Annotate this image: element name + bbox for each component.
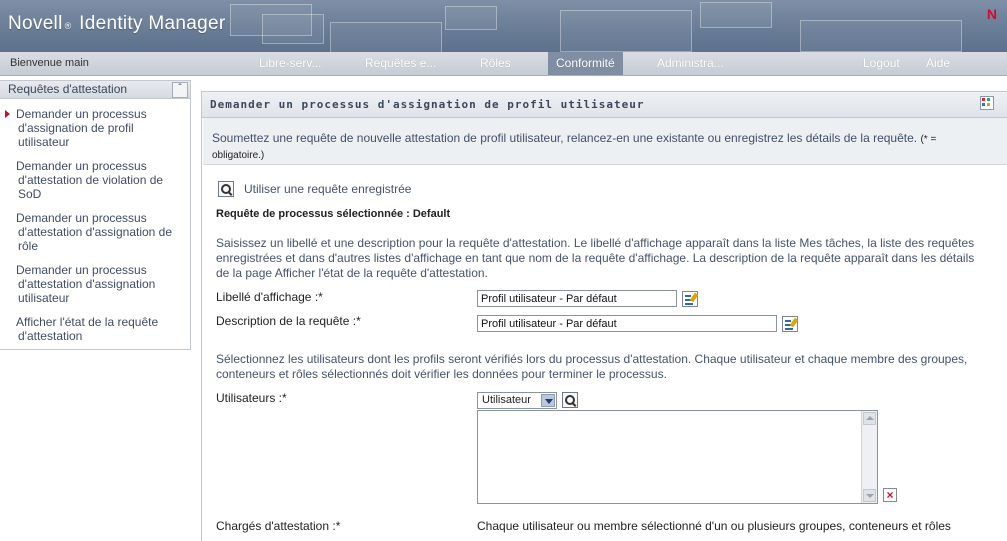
sidebar-item-user-assignment[interactable]: Demander un processus d'attestation d'as… bbox=[16, 263, 184, 305]
users-list-scrollbar[interactable] bbox=[861, 411, 877, 503]
sidebar-header: Requêtes d'attestation ˆ bbox=[0, 81, 190, 99]
brand-product: Identity Manager bbox=[79, 13, 226, 34]
novell-logo: N bbox=[986, 6, 997, 22]
logout-link[interactable]: Logout bbox=[855, 52, 908, 75]
user-type-select[interactable]: Utilisateur bbox=[477, 392, 557, 409]
search-icon[interactable] bbox=[218, 181, 234, 197]
selected-arrow-icon bbox=[5, 110, 10, 118]
delete-icon[interactable]: × bbox=[883, 488, 897, 502]
sidebar-item-line: utilisateur bbox=[18, 291, 70, 305]
banner-decoration bbox=[700, 2, 772, 28]
brand-registered-mark: ® bbox=[64, 21, 72, 31]
note-line: enregistrées et dans d'autres listes d'a… bbox=[216, 251, 975, 265]
sidebar-item-line: d'attestation d'assignation bbox=[18, 277, 156, 291]
attesters-note: Chaque utilisateur ou membre sélectionné… bbox=[477, 519, 951, 533]
scroll-up-icon[interactable] bbox=[863, 412, 876, 425]
scroll-down-icon[interactable] bbox=[863, 489, 876, 502]
users-label: Utilisateurs :* bbox=[216, 391, 287, 405]
sidebar-item-line: d'attestation d'assignation de bbox=[18, 225, 173, 239]
sidebar-item-line: SoD bbox=[18, 187, 42, 201]
sidebar-item-line: Demander un processus bbox=[16, 263, 147, 277]
sidebar-item-line: d'assignation de profil bbox=[18, 121, 134, 135]
sidebar-item-line: Demander un processus bbox=[16, 159, 147, 173]
tab-roles[interactable]: Rôles bbox=[472, 52, 519, 75]
sidebar-item-role-assignment[interactable]: Demander un processus d'attestation d'as… bbox=[16, 211, 184, 253]
attesters-label: Chargés d'attestation :* bbox=[216, 519, 341, 533]
tab-compliance[interactable]: Conformité bbox=[548, 52, 623, 75]
main-panel: Demander un processus d'assignation de p… bbox=[201, 91, 1007, 541]
user-type-value: Utilisateur bbox=[482, 394, 531, 406]
intro-text: Soumettez une requête de nouvelle attest… bbox=[212, 131, 972, 163]
note-line: de la page Afficher l'état de la requête… bbox=[216, 266, 488, 280]
display-label-label: Libellé d'affichage :* bbox=[216, 290, 323, 304]
search-icon[interactable] bbox=[562, 392, 578, 408]
sidebar-item-line: Demander un processus bbox=[16, 107, 147, 121]
use-saved-request-link[interactable]: Utiliser une requête enregistrée bbox=[244, 182, 411, 196]
tab-administration[interactable]: Administra... bbox=[649, 52, 732, 75]
description-field[interactable]: Profil utilisateur - Par défaut bbox=[477, 315, 777, 332]
sidebar-item-line: rôle bbox=[18, 239, 39, 253]
collapse-icon[interactable]: ˆ bbox=[172, 82, 188, 98]
sidebar-item-line: Afficher l'état de la requête bbox=[16, 315, 159, 329]
edit-icon[interactable] bbox=[782, 316, 799, 332]
note-line: conteneurs et rôles sélectionnés doit vé… bbox=[216, 367, 667, 381]
app-brand: Novell ® Identity Manager bbox=[8, 13, 225, 35]
required-note-b: obligatoire.) bbox=[212, 150, 265, 161]
sidebar-item-profile-assignment[interactable]: Demander un processus d'assignation de p… bbox=[16, 107, 184, 149]
intro-box: Soumettez une requête de nouvelle attest… bbox=[203, 118, 1007, 165]
page-title: Demander un processus d'assignation de p… bbox=[202, 92, 1007, 118]
display-label-field[interactable]: Profil utilisateur - Par défaut bbox=[477, 290, 677, 307]
sidebar-title: Requêtes d'attestation bbox=[8, 82, 128, 96]
intro-sentence: Soumettez une requête de nouvelle attest… bbox=[212, 131, 918, 145]
edit-icon[interactable] bbox=[682, 291, 699, 307]
sidebar-item-line: d'attestation de violation de bbox=[18, 173, 164, 187]
selected-process-heading: Requête de processus sélectionnée : Defa… bbox=[216, 208, 451, 220]
sidebar-item-sod-violation[interactable]: Demander un processus d'attestation de v… bbox=[16, 159, 184, 201]
description-label: Description de la requête :* bbox=[216, 314, 361, 328]
note-line: Saisissez un libellé et une description … bbox=[216, 236, 975, 250]
required-note-a: (* = bbox=[920, 134, 937, 145]
chevron-down-icon[interactable] bbox=[541, 394, 555, 407]
tab-self-service[interactable]: Libre-serv... bbox=[251, 52, 329, 75]
banner-decoration bbox=[262, 14, 324, 44]
description-instructions: Saisissez un libellé et une description … bbox=[216, 236, 1006, 281]
panel-options-icon[interactable] bbox=[980, 96, 994, 110]
header-banner: Novell ® Identity Manager N bbox=[0, 0, 1007, 52]
banner-decoration bbox=[800, 20, 962, 52]
banner-decoration bbox=[560, 10, 692, 52]
welcome-text: Bienvenue main bbox=[10, 57, 89, 69]
brand-name: Novell bbox=[8, 13, 63, 34]
sidebar-item-line: Demander un processus bbox=[16, 211, 147, 225]
users-list[interactable] bbox=[477, 410, 878, 504]
users-instructions: Sélectionnez les utilisateurs dont les p… bbox=[216, 352, 1006, 382]
help-link[interactable]: Aide bbox=[918, 52, 958, 75]
sidebar-item-line: utilisateur bbox=[18, 135, 70, 149]
sidebar-item-line: d'attestation bbox=[18, 329, 83, 343]
main-nav: Bienvenue main Libre-serv... Requêtes e.… bbox=[0, 52, 1007, 76]
sidebar-item-request-status[interactable]: Afficher l'état de la requête d'attestat… bbox=[16, 315, 184, 343]
tab-workflow-requests[interactable]: Requêtes e... bbox=[357, 52, 444, 75]
banner-decoration bbox=[445, 6, 497, 30]
banner-decoration bbox=[330, 22, 442, 52]
note-line: Sélectionnez les utilisateurs dont les p… bbox=[216, 352, 968, 366]
